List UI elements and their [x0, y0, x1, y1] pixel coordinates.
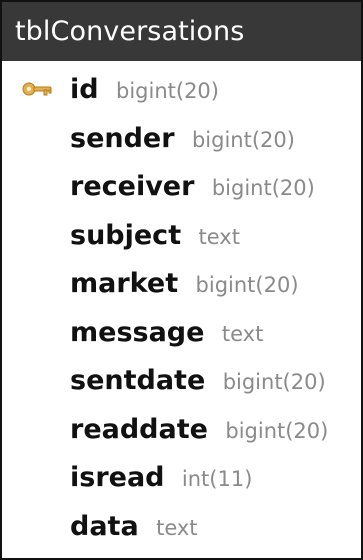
column-row-data: data text — [2, 510, 361, 559]
column-row-market: market bigint(20) — [2, 267, 361, 316]
column-list: id bigint(20) sender bigint(20) receiver… — [2, 73, 361, 558]
column-name-text: isread — [70, 462, 165, 493]
column-row-subject: subject text — [2, 219, 361, 268]
column-type-isread: int(11) — [181, 467, 253, 491]
column-row-readdate: readdate bigint(20) — [2, 413, 361, 462]
column-type-sentdate: bigint(20) — [222, 370, 326, 394]
column-name-text: sender — [70, 122, 175, 154]
column-type-readdate: bigint(20) — [225, 418, 329, 443]
column-row-id: id bigint(20) — [2, 73, 361, 122]
column-name-market: market bigint(20) — [70, 267, 299, 302]
column-name-subject: subject text — [70, 219, 240, 254]
key-icon — [22, 80, 54, 98]
column-row-message: message text — [2, 316, 361, 365]
column-type-id: bigint(20) — [116, 79, 219, 103]
column-name-sender: sender bigint(20) — [70, 122, 295, 157]
column-type-message: text — [221, 321, 264, 346]
column-row-receiver: receiver bigint(20) — [2, 170, 361, 219]
column-name-receiver: receiver bigint(20) — [70, 170, 315, 205]
column-name-text: receiver — [70, 171, 195, 202]
column-name-isread: isread int(11) — [70, 461, 252, 496]
column-type-subject: text — [198, 224, 240, 249]
column-type-sender: bigint(20) — [191, 127, 295, 152]
column-name-text: id — [70, 74, 99, 105]
column-row-sender: sender bigint(20) — [2, 122, 361, 171]
column-name-data: data text — [70, 510, 198, 545]
table-title: tblConversations — [2, 2, 361, 61]
column-row-isread: isread int(11) — [2, 461, 361, 510]
column-type-receiver: bigint(20) — [211, 176, 315, 200]
column-name-text: subject — [70, 219, 182, 251]
column-name-sentdate: sentdate bigint(20) — [70, 364, 326, 399]
column-name-text: readdate — [70, 413, 208, 445]
column-type-data: text — [156, 515, 198, 540]
column-type-market: bigint(20) — [195, 273, 299, 297]
column-name-text: data — [70, 510, 139, 542]
column-name-readdate: readdate bigint(20) — [70, 413, 328, 448]
column-row-sentdate: sentdate bigint(20) — [2, 364, 361, 413]
column-name-id: id bigint(20) — [70, 73, 219, 108]
database-table-card: tblConversations id bigint(20) sender bi — [0, 0, 363, 560]
column-name-text: market — [70, 268, 179, 299]
column-name-text: sentdate — [70, 365, 206, 396]
column-name-message: message text — [70, 316, 263, 351]
column-name-text: message — [70, 316, 205, 348]
